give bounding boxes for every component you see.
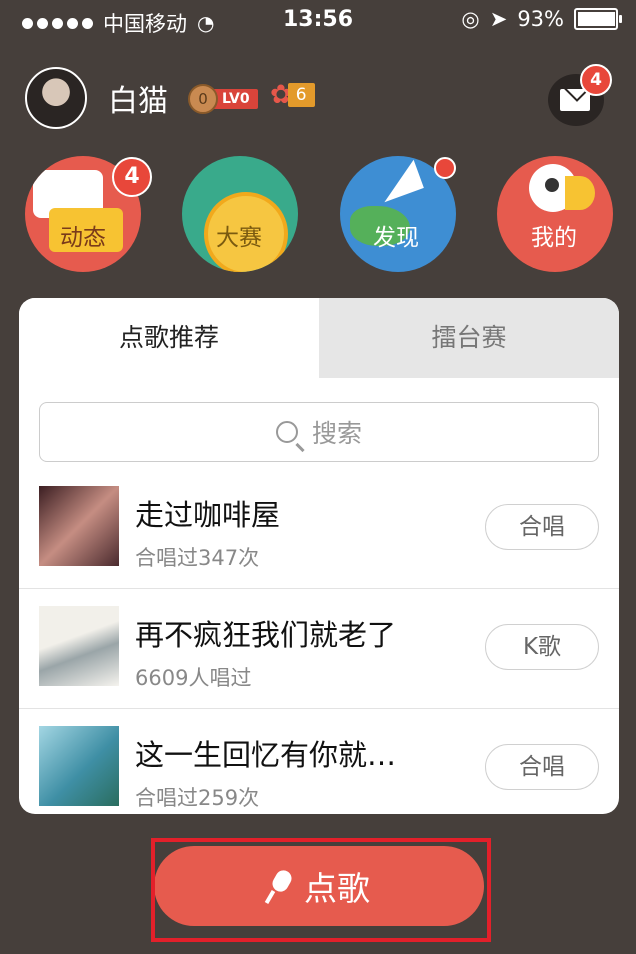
song-panel: 点歌推荐 擂台赛 搜索 走过咖啡屋 合唱过347次 合唱 再不疯狂我们就老了 6… xyxy=(19,298,619,814)
category-label: 大赛 xyxy=(216,225,262,251)
mail-badge: 4 xyxy=(580,64,612,96)
new-dot-badge xyxy=(434,157,456,179)
status-right: ◎ ➤ 93% xyxy=(461,7,622,31)
album-cover xyxy=(39,486,119,566)
search-input[interactable]: 搜索 xyxy=(39,402,599,462)
category-dasai[interactable]: 大赛 xyxy=(182,156,298,272)
mail-button[interactable]: 4 xyxy=(548,64,612,126)
album-cover xyxy=(39,726,119,806)
level-badge: LV0 xyxy=(212,89,258,109)
flower-count-value: 6 xyxy=(287,83,315,107)
location-icon: ➤ xyxy=(489,7,508,31)
paper-plane-icon xyxy=(374,159,424,203)
category-badge: 4 xyxy=(112,157,152,197)
user-name[interactable]: 白猫 xyxy=(108,76,168,120)
coin-level: 0 LV0 xyxy=(188,84,258,114)
karaoke-button[interactable]: K歌 xyxy=(485,624,599,670)
battery-icon xyxy=(574,8,622,30)
flower-count: ✿ 6 xyxy=(270,80,315,110)
search-placeholder: 搜索 xyxy=(311,419,362,448)
album-cover xyxy=(39,606,119,686)
song-title: 再不疯狂我们就老了 xyxy=(135,618,397,652)
tab-recommend[interactable]: 点歌推荐 xyxy=(19,298,319,378)
rotation-lock-icon: ◎ xyxy=(461,7,480,31)
chorus-button[interactable]: 合唱 xyxy=(485,744,599,790)
song-row[interactable]: 这一生回忆有你就… 合唱过259次 合唱 xyxy=(19,708,619,814)
song-meta: 合唱过259次 xyxy=(135,786,260,810)
category-label: 动态 xyxy=(60,225,106,251)
avatar[interactable] xyxy=(25,67,87,129)
song-row[interactable]: 走过咖啡屋 合唱过347次 合唱 xyxy=(19,468,619,589)
coin-icon: 0 xyxy=(188,84,218,114)
song-row[interactable]: 再不疯狂我们就老了 6609人唱过 K歌 xyxy=(19,588,619,709)
status-bar: 中国移动 ◔ 13:56 ◎ ➤ 93% xyxy=(0,0,636,40)
chorus-button[interactable]: 合唱 xyxy=(485,504,599,550)
category-wode[interactable]: 我的 xyxy=(497,156,613,272)
category-label: 发现 xyxy=(373,225,419,251)
category-label: 我的 xyxy=(531,225,577,251)
battery-percent: 93% xyxy=(517,7,564,31)
song-meta: 合唱过347次 xyxy=(135,546,260,570)
tab-bar: 点歌推荐 擂台赛 xyxy=(19,298,619,378)
bird-beak xyxy=(565,176,595,210)
search-icon xyxy=(275,421,298,443)
highlight-box xyxy=(151,838,491,942)
song-title: 这一生回忆有你就… xyxy=(135,738,397,772)
song-meta: 6609人唱过 xyxy=(135,666,252,690)
song-title: 走过咖啡屋 xyxy=(135,498,281,532)
tab-arena[interactable]: 擂台赛 xyxy=(319,298,619,378)
